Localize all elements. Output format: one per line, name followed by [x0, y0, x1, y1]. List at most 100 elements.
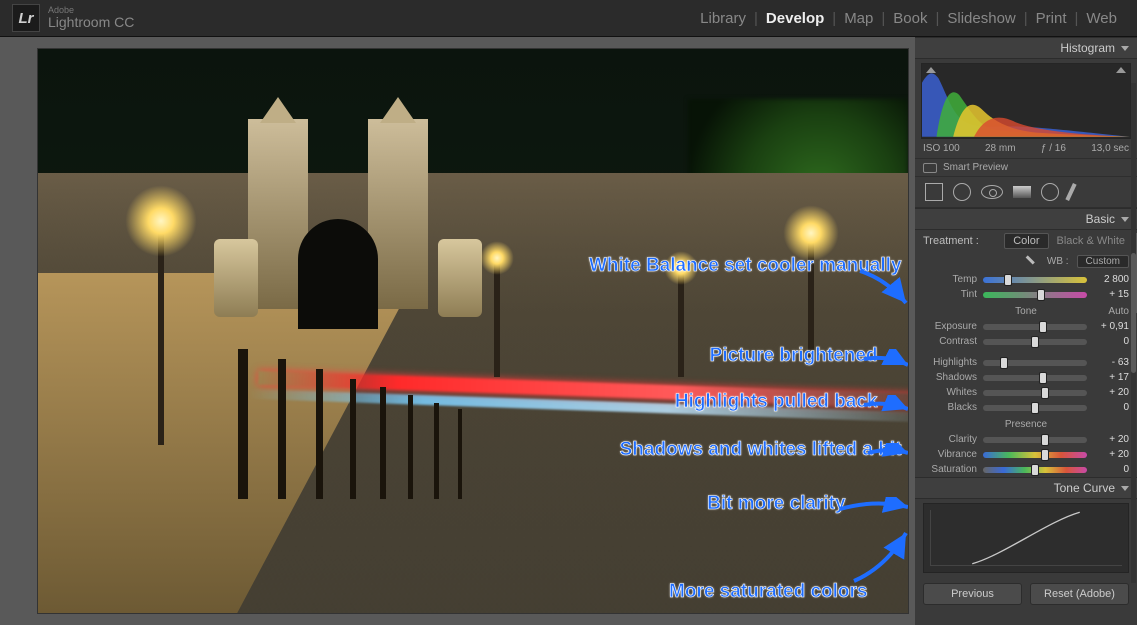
slider-value: - 63 — [1093, 357, 1129, 368]
auto-tone-button[interactable]: Auto — [1108, 306, 1129, 317]
app-root: Lr Adobe Lightroom CC Library| Develop| … — [0, 0, 1137, 625]
photo-arch — [298, 219, 378, 329]
smart-preview-row: Smart Preview — [915, 158, 1137, 177]
slider-value: + 20 — [1093, 387, 1129, 398]
slider-label: Vibrance — [923, 449, 977, 460]
slider-label: Blacks — [923, 402, 977, 413]
slider-label: Exposure — [923, 321, 977, 332]
slider-value: + 20 — [1093, 434, 1129, 445]
slider-contrast[interactable]: Contrast 0 — [915, 334, 1137, 349]
tab-map[interactable]: Map — [836, 10, 881, 27]
chevron-down-icon — [1121, 46, 1129, 51]
photo-lion-right — [438, 239, 482, 317]
lightroom-logo-icon: Lr — [12, 4, 40, 32]
graduated-tool-icon[interactable] — [1013, 186, 1031, 198]
panel-scrollbar[interactable] — [1131, 83, 1136, 583]
slider-label: Shadows — [923, 372, 977, 383]
photo-lion-left — [214, 239, 258, 317]
slider-shadows[interactable]: Shadows + 17 — [915, 370, 1137, 385]
slider-value: 2 800 — [1093, 274, 1129, 285]
basic-header[interactable]: Basic — [915, 208, 1137, 230]
spot-tool-icon[interactable] — [953, 183, 971, 201]
histogram[interactable] — [921, 63, 1131, 139]
brush-tool-icon[interactable] — [1065, 183, 1076, 201]
slider-temp[interactable]: Temp 2 800 — [915, 272, 1137, 287]
preview-photo[interactable]: White Balance set cooler manually Pictur… — [38, 49, 908, 613]
photo-railings — [238, 349, 798, 499]
treatment-label: Treatment : — [923, 235, 979, 247]
meta-focal: 28 mm — [985, 143, 1016, 154]
treatment-row: Treatment : Color Black & White — [915, 230, 1137, 252]
slider-blacks[interactable]: Blacks 0 — [915, 400, 1137, 415]
tone-curve-title: Tone Curve — [1054, 481, 1115, 495]
slider-value: + 0,91 — [1093, 321, 1129, 332]
tab-slideshow[interactable]: Slideshow — [939, 10, 1023, 27]
slider-whites[interactable]: Whites + 20 — [915, 385, 1137, 400]
slider-value: 0 — [1093, 336, 1129, 347]
slider-exposure[interactable]: Exposure + 0,91 — [915, 319, 1137, 334]
slider-saturation[interactable]: Saturation 0 — [915, 462, 1137, 477]
product-label: Lightroom CC — [48, 15, 134, 30]
tone-curve-plot[interactable] — [923, 503, 1129, 573]
histogram-title: Histogram — [1060, 41, 1115, 55]
treatment-bw-button[interactable]: Black & White — [1053, 234, 1129, 248]
slider-value: + 17 — [1093, 372, 1129, 383]
slider-value: + 15 — [1093, 289, 1129, 300]
slider-vibrance[interactable]: Vibrance + 20 — [915, 447, 1137, 462]
slider-tint[interactable]: Tint + 15 — [915, 287, 1137, 302]
slider-label: Temp — [923, 274, 977, 285]
tab-print[interactable]: Print — [1028, 10, 1075, 27]
module-tabs: Library| Develop| Map| Book| Slideshow| … — [692, 10, 1125, 27]
slider-label: Whites — [923, 387, 977, 398]
top-bar: Lr Adobe Lightroom CC Library| Develop| … — [0, 0, 1137, 37]
tool-strip — [915, 177, 1137, 208]
slider-value: 0 — [1093, 402, 1129, 413]
slider-label: Highlights — [923, 357, 977, 368]
histogram-curve — [922, 64, 1130, 137]
slider-value: + 20 — [1093, 449, 1129, 460]
wb-dropdown[interactable]: Custom — [1077, 255, 1129, 268]
crop-tool-icon[interactable] — [925, 183, 943, 201]
tab-book[interactable]: Book — [885, 10, 935, 27]
tone-curve-header[interactable]: Tone Curve — [915, 477, 1137, 499]
previous-button[interactable]: Previous — [923, 583, 1022, 605]
canvas-area: White Balance set cooler manually Pictur… — [0, 37, 915, 625]
tab-web[interactable]: Web — [1078, 10, 1125, 27]
right-panel: Histogram ISO 100 28 mm ƒ / 16 13,0 sec — [915, 37, 1137, 625]
scrollbar-thumb[interactable] — [1131, 253, 1136, 373]
slider-label: Clarity — [923, 434, 977, 445]
meta-iso: ISO 100 — [923, 143, 960, 154]
slider-highlights[interactable]: Highlights - 63 — [915, 355, 1137, 370]
histogram-header[interactable]: Histogram — [915, 37, 1137, 59]
wb-label: WB : — [1047, 256, 1069, 267]
brand-block: Lr Adobe Lightroom CC — [12, 4, 134, 32]
chevron-down-icon — [1121, 486, 1129, 491]
tone-subheader: Tone Auto — [915, 302, 1137, 319]
histogram-meta: ISO 100 28 mm ƒ / 16 13,0 sec — [915, 141, 1137, 158]
slider-label: Tint — [923, 289, 977, 300]
meta-aperture: ƒ / 16 — [1041, 143, 1066, 154]
radial-tool-icon[interactable] — [1041, 183, 1059, 201]
workspace: White Balance set cooler manually Pictur… — [0, 37, 1137, 625]
eyedropper-icon[interactable] — [1022, 251, 1042, 271]
presence-head-label: Presence — [1005, 419, 1047, 430]
slider-label: Saturation — [923, 464, 977, 475]
treatment-color-button[interactable]: Color — [1004, 233, 1048, 249]
product-name: Adobe Lightroom CC — [48, 6, 134, 30]
wb-row: WB : Custom — [915, 252, 1137, 272]
reset-row: Previous Reset (Adobe) — [915, 577, 1137, 611]
redeye-tool-icon[interactable] — [981, 185, 1003, 199]
slider-label: Contrast — [923, 336, 977, 347]
basic-title: Basic — [1086, 212, 1115, 226]
photo-lamp — [808, 231, 814, 357]
reset-button[interactable]: Reset (Adobe) — [1030, 583, 1129, 605]
smart-preview-label: Smart Preview — [943, 162, 1008, 173]
meta-shutter: 13,0 sec — [1091, 143, 1129, 154]
tab-develop[interactable]: Develop — [758, 10, 832, 27]
photo-lamp — [158, 219, 164, 445]
slider-clarity[interactable]: Clarity + 20 — [915, 432, 1137, 447]
chevron-down-icon — [1121, 217, 1129, 222]
smart-preview-icon — [923, 163, 937, 173]
tone-head-label: Tone — [1015, 306, 1037, 317]
tab-library[interactable]: Library — [692, 10, 754, 27]
